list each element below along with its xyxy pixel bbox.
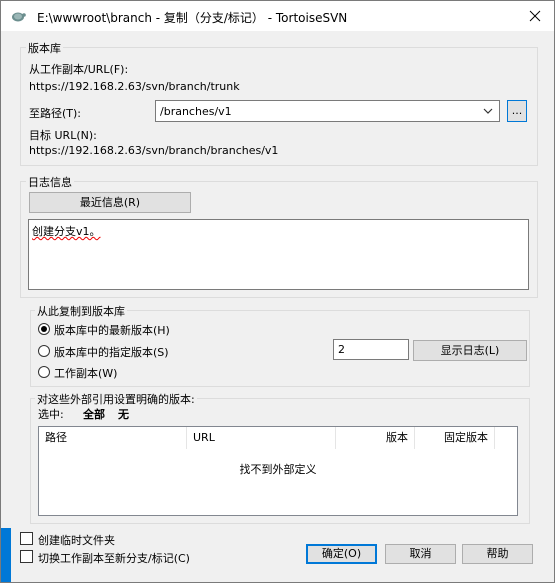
column-header-url[interactable]: URL xyxy=(187,427,336,449)
from-url-value: https://192.168.2.63/svn/branch/trunk xyxy=(29,80,240,93)
help-button[interactable]: 帮助 xyxy=(462,544,533,564)
radio-working-copy[interactable] xyxy=(38,366,50,378)
create-temp-folder-label[interactable]: 创建临时文件夹 xyxy=(38,532,115,548)
radio-head-revision-label[interactable]: 版本库中的最新版本(H) xyxy=(54,322,170,338)
ok-button[interactable]: 确定(O) xyxy=(306,544,377,564)
to-path-combobox[interactable]: /branches/v1 xyxy=(155,100,500,122)
recent-messages-button[interactable]: 最近信息(R) xyxy=(29,192,191,213)
footer-band xyxy=(1,528,11,582)
browse-button[interactable]: ... xyxy=(507,100,527,122)
column-header-revision[interactable]: 版本 xyxy=(336,427,415,449)
select-all-link[interactable]: 全部 xyxy=(83,406,105,422)
switch-working-copy-label[interactable]: 切换工作副本至新分支/标记(C) xyxy=(38,550,190,566)
target-url-value: https://192.168.2.63/svn/branch/branches… xyxy=(29,144,279,157)
target-url-label: 目标 URL(N): xyxy=(29,129,97,142)
show-log-button[interactable]: 显示日志(L) xyxy=(413,340,527,361)
radio-head-revision[interactable] xyxy=(38,323,50,335)
log-message-group-title: 日志信息 xyxy=(26,174,74,190)
copy-from-group-title: 从此复制到版本库 xyxy=(35,303,127,319)
title-bar[interactable]: E:\wwwroot\branch - 复制（分支/标记） - Tortoise… xyxy=(1,1,554,31)
revision-input[interactable]: 2 xyxy=(333,339,409,360)
select-label: 选中: xyxy=(38,408,64,421)
create-temp-folder-checkbox[interactable] xyxy=(20,532,33,545)
chevron-down-icon[interactable] xyxy=(483,108,493,114)
column-header-path[interactable]: 路径 xyxy=(39,427,187,449)
column-header-pinned-revision[interactable]: 固定版本 xyxy=(415,427,495,449)
switch-working-copy-checkbox[interactable] xyxy=(20,550,33,563)
close-icon[interactable] xyxy=(526,7,544,25)
to-path-label: 至路径(T): xyxy=(29,107,82,120)
copy-dialog: E:\wwwroot\branch - 复制（分支/标记） - Tortoise… xyxy=(0,0,555,583)
externals-empty-text: 找不到外部定义 xyxy=(239,463,317,476)
window-title: E:\wwwroot\branch - 复制（分支/标记） - Tortoise… xyxy=(37,11,348,25)
log-message-text: 创建分支v1。 xyxy=(32,225,101,238)
select-none-link[interactable]: 无 xyxy=(118,406,129,422)
externals-group-title: 对这些外部引用设置明确的版本: xyxy=(35,391,197,407)
radio-working-copy-label[interactable]: 工作副本(W) xyxy=(54,365,117,381)
externals-list[interactable]: 路径 URL 版本 固定版本 找不到外部定义 xyxy=(38,426,518,516)
log-message-textarea[interactable]: 创建分支v1。 xyxy=(28,219,529,290)
tortoisesvn-app-icon xyxy=(12,12,26,22)
from-url-label: 从工作副本/URL(F): xyxy=(29,63,129,76)
to-path-value: /branches/v1 xyxy=(160,105,232,118)
repository-group-title: 版本库 xyxy=(26,40,63,56)
revision-value: 2 xyxy=(338,343,345,356)
radio-specific-revision-label[interactable]: 版本库中的指定版本(S) xyxy=(54,344,169,360)
radio-specific-revision[interactable] xyxy=(38,345,50,357)
cancel-button[interactable]: 取消 xyxy=(385,544,456,564)
